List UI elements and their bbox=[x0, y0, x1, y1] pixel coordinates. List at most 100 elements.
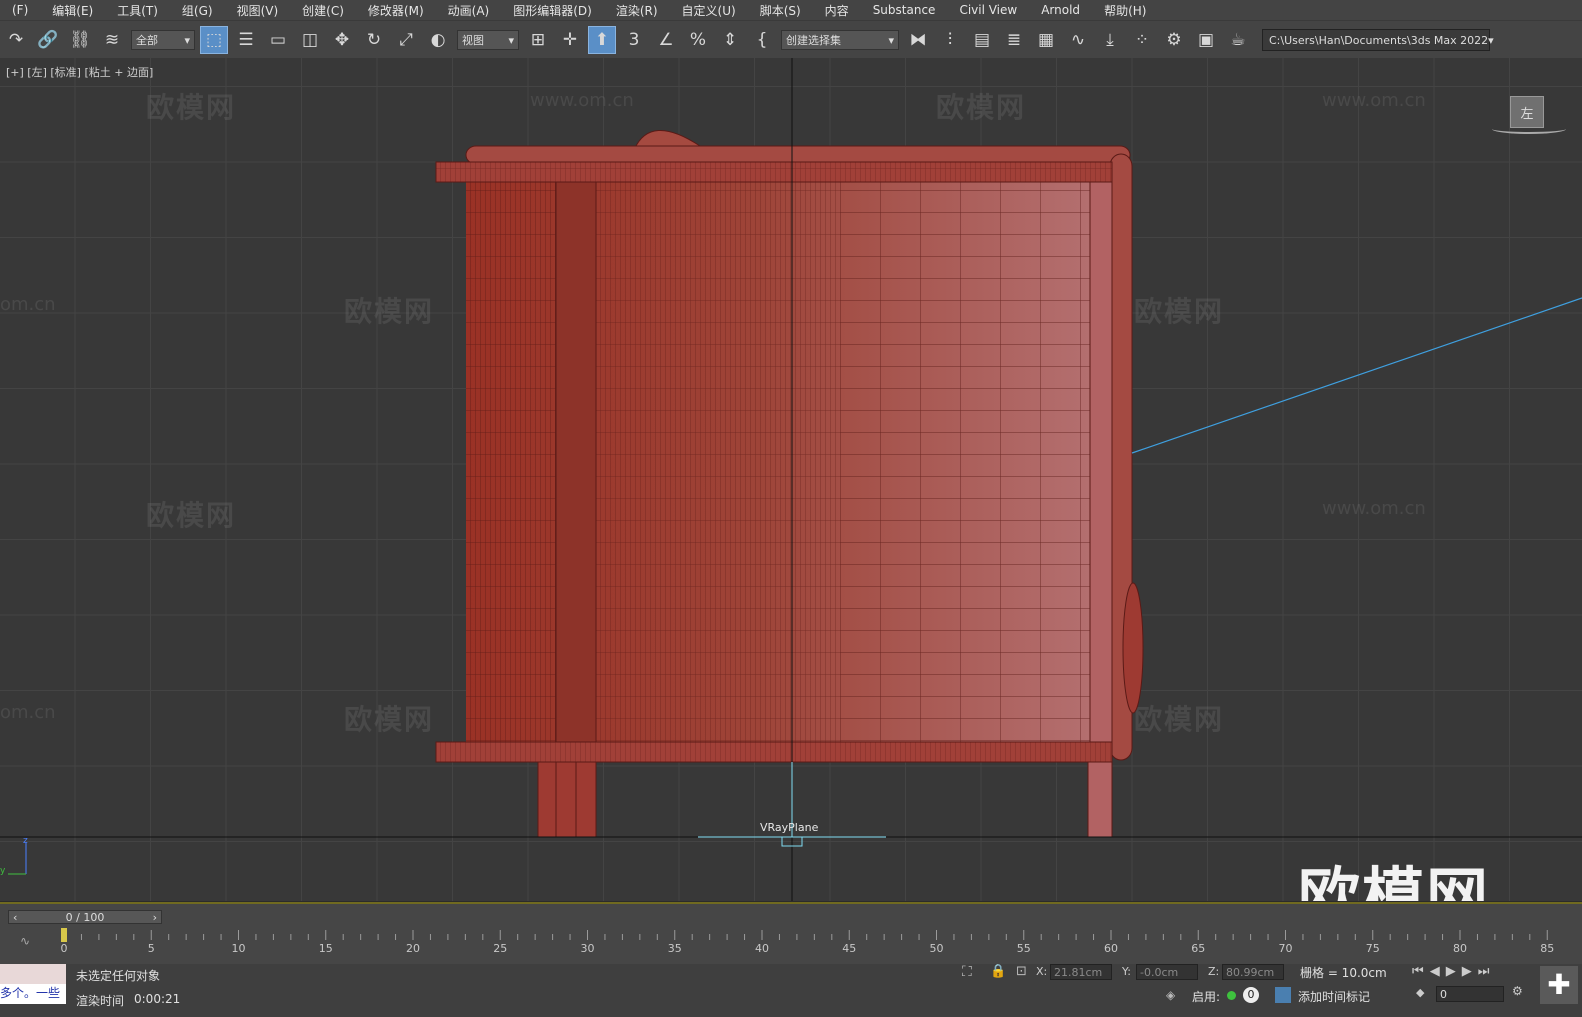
render-setup-icon[interactable]: ⚙ bbox=[1160, 26, 1188, 54]
timeline-tick-label: 20 bbox=[406, 942, 420, 955]
time-slider[interactable]: ‹ 0 / 100 › bbox=[8, 910, 162, 924]
bind-spacewarp-icon[interactable]: ≋ bbox=[98, 26, 126, 54]
gizmo-z-label: z bbox=[23, 836, 28, 846]
scene-explorer-icon[interactable]: ▤ bbox=[968, 26, 996, 54]
time-slider-prev-icon[interactable]: ‹ bbox=[13, 911, 17, 924]
adaptive-degradation-icon[interactable]: ◈ bbox=[1166, 988, 1175, 1002]
menu-bar: (F) 编辑(E) 工具(T) 组(G) 视图(V) 创建(C) 修改器(M) 动画(A) 图形… bbox=[0, 0, 1582, 20]
menu-item[interactable]: 内容 bbox=[813, 2, 861, 19]
timeline-tick-label: 45 bbox=[842, 942, 856, 955]
menu-item[interactable]: 自定义(U) bbox=[670, 2, 748, 19]
selection-filter-dropdown[interactable]: 全部 ▾ bbox=[131, 30, 195, 50]
project-path-dropdown[interactable]: C:\Users\Han\Documents\3ds Max 2022 ▾ bbox=[1262, 29, 1494, 51]
go-to-end-icon[interactable]: ⏭ bbox=[1478, 964, 1496, 979]
menu-item[interactable]: 组(G) bbox=[170, 2, 225, 19]
snap-toggle-icon[interactable]: 3 bbox=[620, 26, 648, 54]
named-selection-dropdown[interactable]: 创建选择集 ▾ bbox=[781, 30, 899, 50]
y-coordinate-field[interactable]: -0.0cm bbox=[1136, 964, 1198, 980]
timeline-ruler[interactable]: 0 5 10 15 20 25 30 35 40 45 50 55 60 65 70 75 80 85 bbox=[60, 928, 1576, 958]
window-crossing-icon[interactable]: ◫ bbox=[296, 26, 324, 54]
x-coordinate-field[interactable]: 21.81cm bbox=[1050, 964, 1112, 980]
next-frame-icon[interactable]: ▶ bbox=[1462, 964, 1478, 979]
selection-status: 未选定任何对象 bbox=[76, 969, 161, 983]
enable-count-badge: 0 bbox=[1243, 987, 1259, 1003]
move-icon[interactable]: ✥ bbox=[328, 26, 356, 54]
rotate-icon[interactable]: ↻ bbox=[360, 26, 388, 54]
frame-strip bbox=[555, 161, 597, 763]
timeline-tick-label: 0 bbox=[61, 942, 68, 955]
align-icon[interactable]: ⫶ bbox=[936, 26, 964, 54]
maxscript-listener-top[interactable] bbox=[0, 964, 66, 984]
select-object-icon[interactable]: ⬚ bbox=[200, 26, 228, 54]
left-viewport[interactable]: [+] [左] [标准] [粘土 + 边面] 欧模网 www.om.cn 欧模网… bbox=[0, 58, 1582, 901]
reference-coord-dropdown[interactable]: 视图 ▾ bbox=[457, 30, 519, 50]
menu-item[interactable]: 帮助(H) bbox=[1092, 2, 1158, 19]
redo-icon[interactable]: ↷ bbox=[2, 26, 30, 54]
time-slider-next-icon[interactable]: › bbox=[153, 911, 157, 924]
pivot-center-icon[interactable]: ⊞ bbox=[524, 26, 552, 54]
menu-item[interactable]: (F) bbox=[0, 3, 40, 17]
menu-item[interactable]: Substance bbox=[861, 3, 948, 17]
lock-icon[interactable]: 🔒 bbox=[990, 964, 1006, 979]
create-panel-icon[interactable]: ✚ bbox=[1540, 966, 1578, 1004]
spinner-snap-icon[interactable]: ⇕ bbox=[716, 26, 744, 54]
schematic-view-icon[interactable]: ⤓ bbox=[1096, 26, 1124, 54]
menu-item[interactable]: 脚本(S) bbox=[748, 2, 813, 19]
viewcube-ring[interactable] bbox=[1492, 124, 1566, 134]
timeline-tick-label: 25 bbox=[493, 942, 507, 955]
menu-item[interactable]: 渲染(R) bbox=[604, 2, 670, 19]
maxscript-listener-bottom[interactable]: 多个。一些 bbox=[0, 984, 66, 1004]
go-to-start-icon[interactable]: ⏮ bbox=[1412, 964, 1430, 979]
menu-item[interactable]: 动画(A) bbox=[436, 2, 502, 19]
chevron-down-icon: ▾ bbox=[184, 33, 190, 47]
sofa-side-model[interactable] bbox=[0, 58, 1582, 901]
prev-frame-icon[interactable]: ◀ bbox=[1430, 964, 1446, 979]
play-icon[interactable]: ▶ bbox=[1446, 964, 1462, 979]
gizmo-y-label: y bbox=[0, 866, 6, 876]
scale-icon[interactable]: ⤢ bbox=[392, 26, 420, 54]
ribbon-toggle-icon[interactable]: ▦ bbox=[1032, 26, 1060, 54]
right-cushion-edge bbox=[1122, 582, 1144, 714]
curve-editor-icon[interactable]: ∿ bbox=[1064, 26, 1092, 54]
z-coordinate-field[interactable]: 80.99cm bbox=[1222, 964, 1284, 980]
absolute-mode-icon[interactable]: ⊡ bbox=[1016, 964, 1027, 979]
time-tag-icon[interactable] bbox=[1275, 987, 1291, 1003]
menu-item[interactable]: 修改器(M) bbox=[356, 2, 436, 19]
time-config-icon[interactable]: ⚙ bbox=[1512, 984, 1523, 998]
keyboard-shortcut-toggle-icon[interactable]: ⬆ bbox=[588, 26, 616, 54]
timeline-tick-label: 60 bbox=[1104, 942, 1118, 955]
link-icon[interactable]: 🔗 bbox=[34, 26, 62, 54]
status-bar: 多个。一些 未选定任何对象 渲染时间 0:00:21 ⛶ 🔒 ⊡ X: 21.8… bbox=[0, 964, 1582, 1017]
menu-item[interactable]: 视图(V) bbox=[225, 2, 291, 19]
vrayplane-label: VRayPlane bbox=[760, 821, 819, 834]
current-frame-field[interactable]: 0 bbox=[1436, 986, 1504, 1002]
curve-editor-mini-icon[interactable]: ∿ bbox=[20, 934, 30, 948]
material-editor-icon[interactable]: ⁘ bbox=[1128, 26, 1156, 54]
project-path-value: C:\Users\Han\Documents\3ds Max 2022 bbox=[1269, 33, 1489, 47]
percent-snap-icon[interactable]: % bbox=[684, 26, 712, 54]
menu-item[interactable]: Arnold bbox=[1029, 3, 1092, 17]
mirror-icon[interactable]: ⧓ bbox=[904, 26, 932, 54]
layer-explorer-icon[interactable]: ≣ bbox=[1000, 26, 1028, 54]
add-time-tag-button[interactable]: 添加时间标记 bbox=[1298, 988, 1370, 1005]
menu-item[interactable]: 图形编辑器(D) bbox=[501, 2, 604, 19]
timeline-tick-label: 65 bbox=[1191, 942, 1205, 955]
timeline-tick-label: 40 bbox=[755, 942, 769, 955]
edit-named-selection-icon[interactable]: { bbox=[748, 26, 776, 54]
rect-selection-icon[interactable]: ▭ bbox=[264, 26, 292, 54]
menu-item[interactable]: 工具(T) bbox=[105, 2, 170, 19]
key-mode-icon[interactable]: ◆ bbox=[1416, 986, 1424, 999]
place-icon[interactable]: ◐ bbox=[424, 26, 452, 54]
menu-item[interactable]: 创建(C) bbox=[290, 2, 356, 19]
render-production-icon[interactable]: ☕ bbox=[1224, 26, 1252, 54]
unlink-icon[interactable]: ⛓ bbox=[66, 26, 94, 54]
select-by-name-icon[interactable]: ☰ bbox=[232, 26, 260, 54]
menu-item[interactable]: 编辑(E) bbox=[40, 2, 105, 19]
angle-snap-icon[interactable]: ∠ bbox=[652, 26, 680, 54]
select-manipulate-icon[interactable]: ✛ bbox=[556, 26, 584, 54]
timeline-tick-label: 75 bbox=[1366, 942, 1380, 955]
rendered-frame-window-icon[interactable]: ▣ bbox=[1192, 26, 1220, 54]
enable-label: 启用: bbox=[1192, 990, 1221, 1004]
isolate-selection-icon[interactable]: ⛶ bbox=[962, 964, 972, 980]
menu-item[interactable]: Civil View bbox=[947, 3, 1029, 17]
